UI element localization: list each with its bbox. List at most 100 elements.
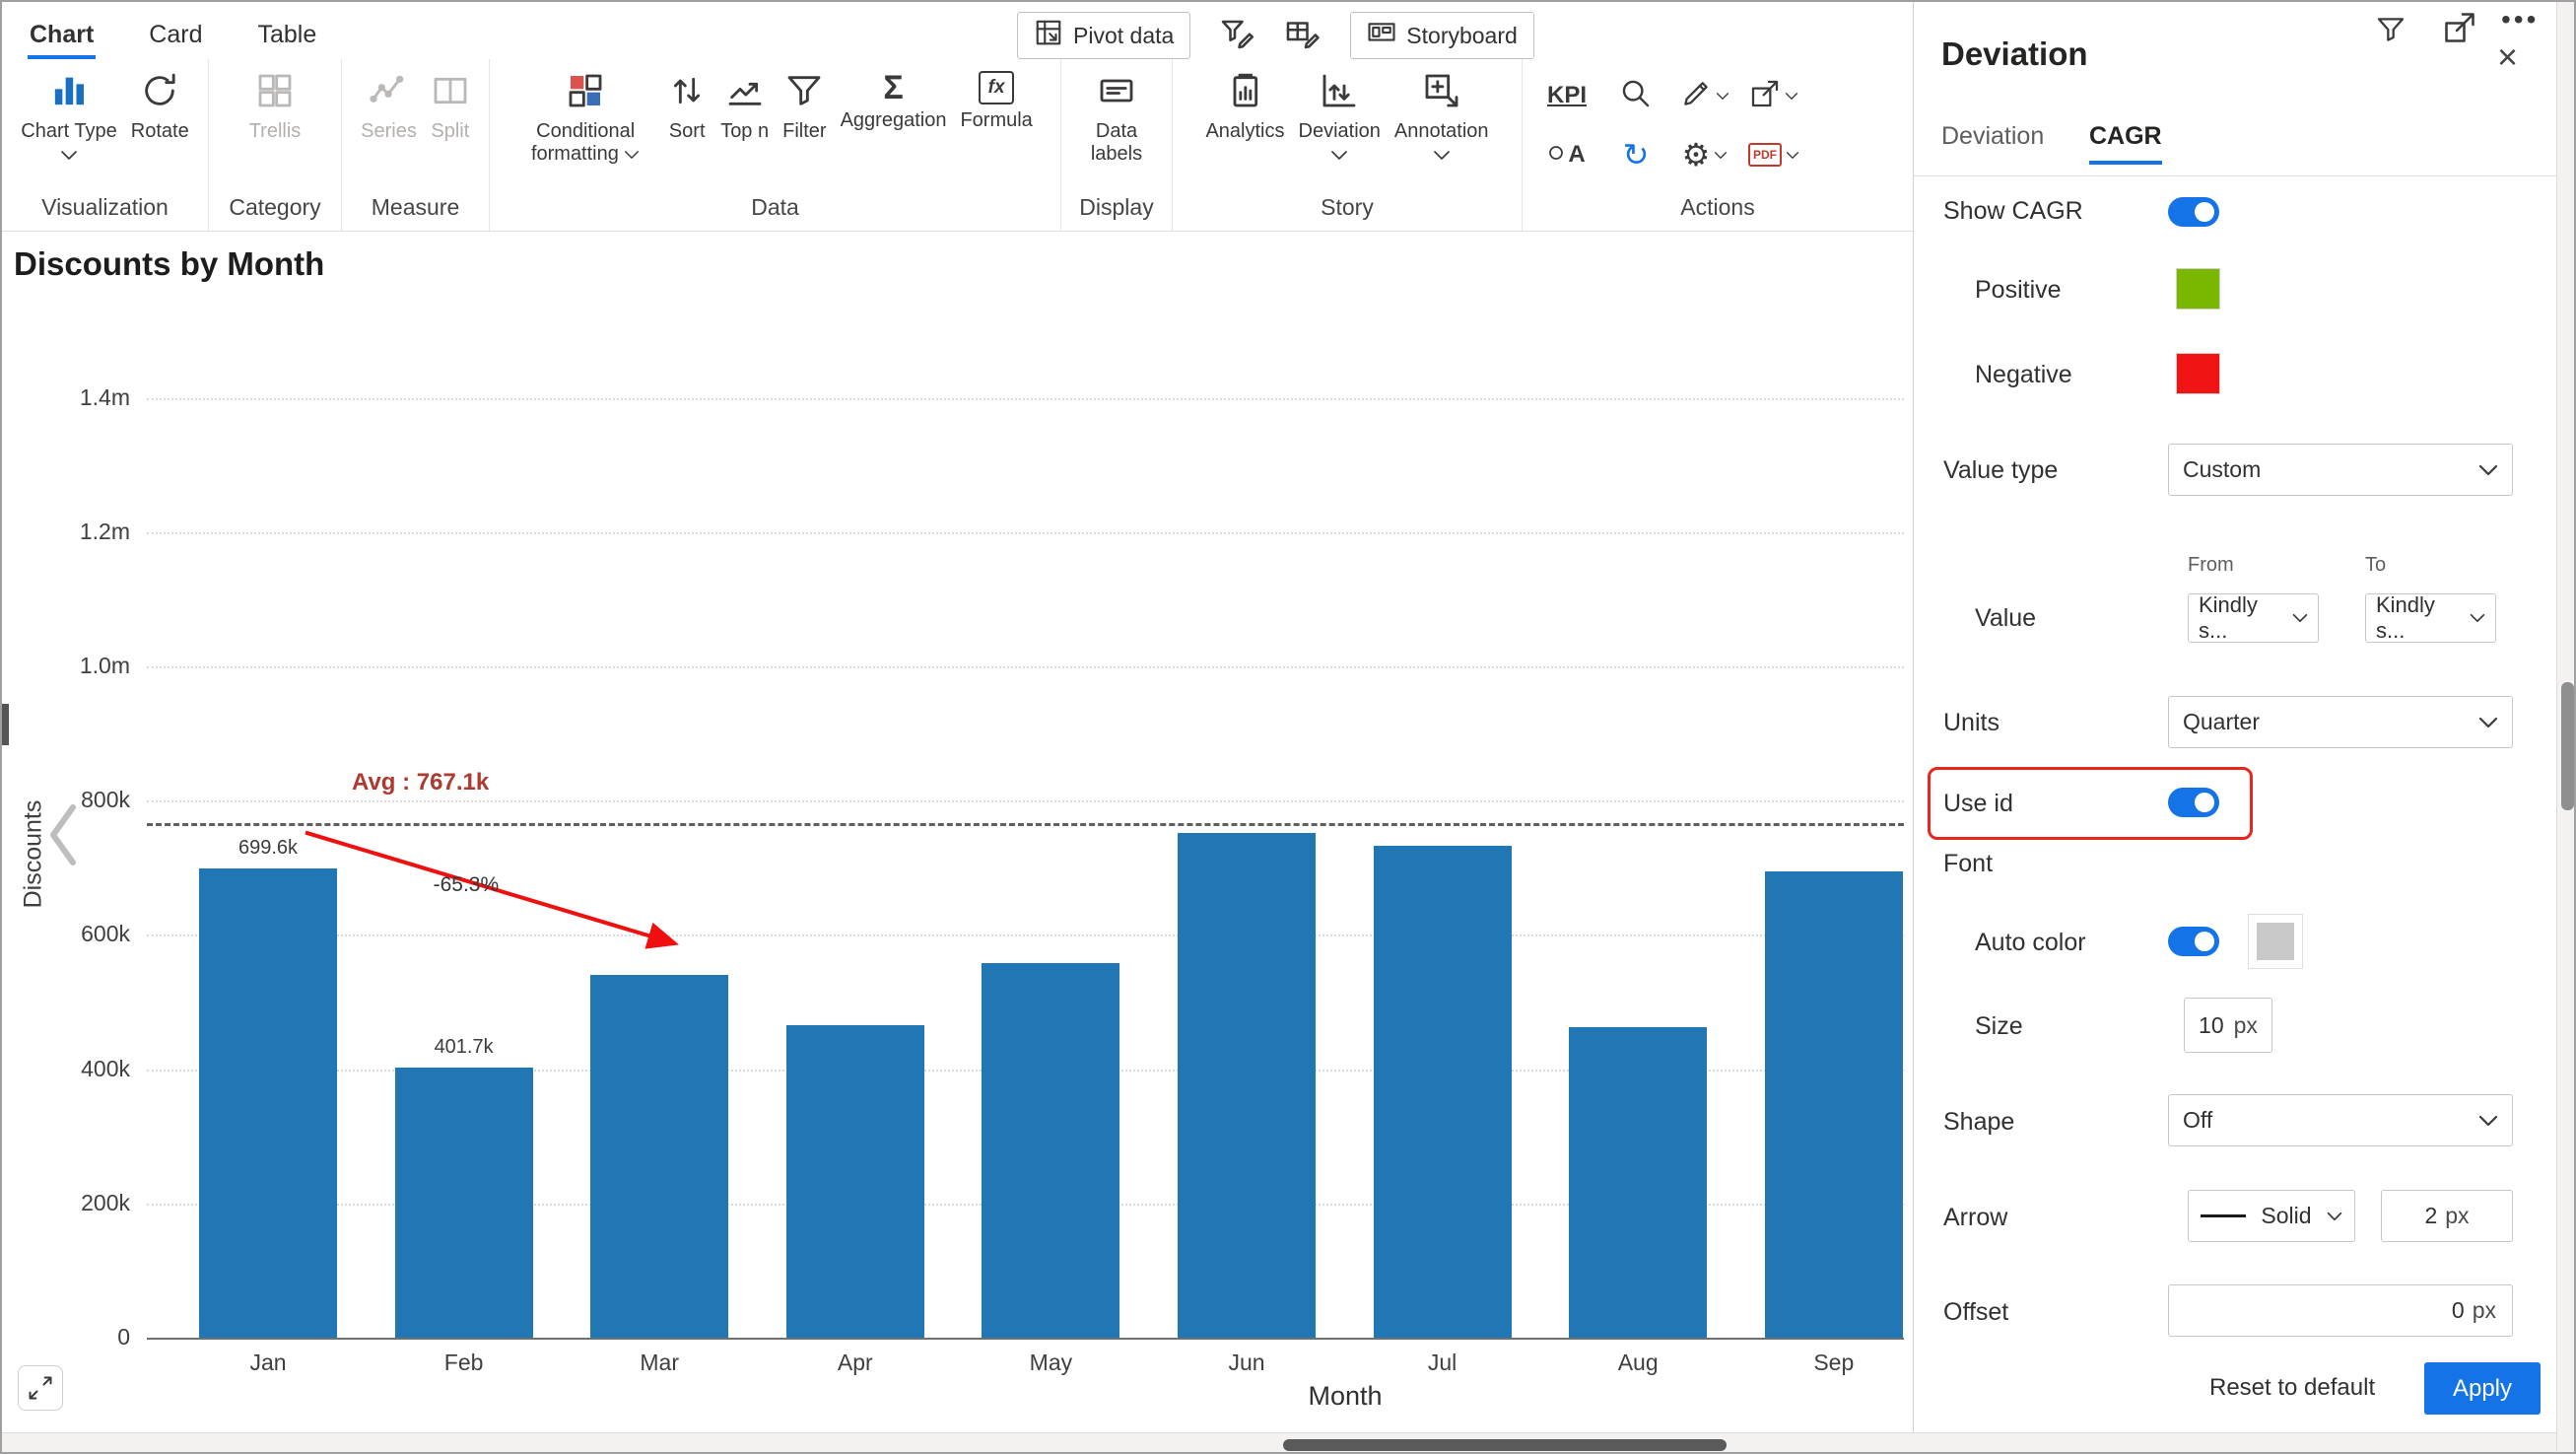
value-from-dropdown[interactable]: Kindly s... (2188, 593, 2319, 643)
bar-mar[interactable] (590, 975, 728, 1338)
aggregation-button[interactable]: Σ Aggregation (835, 63, 953, 132)
label-toggle-button[interactable]: A (1534, 126, 1599, 183)
bar-jan[interactable] (199, 868, 337, 1338)
y-tick-label: 400k (22, 1056, 130, 1082)
chart-type-button[interactable]: Chart Type (15, 63, 122, 166)
prev-page-chevron[interactable] (45, 803, 81, 871)
analytics-button[interactable]: Analytics (1199, 63, 1290, 143)
negative-swatch[interactable] (2176, 353, 2220, 394)
show-cagr-label: Show CAGR (1943, 197, 2083, 226)
value-type-dropdown[interactable]: Custom (2168, 444, 2513, 496)
settings-button[interactable]: ⚙ (1672, 126, 1737, 183)
arrow-style-dropdown[interactable]: Solid (2188, 1190, 2355, 1242)
units-dropdown[interactable]: Quarter (2168, 696, 2513, 748)
rotate-button[interactable]: Rotate (125, 63, 195, 143)
bar-value-label: 699.6k (209, 837, 327, 860)
formula-button[interactable]: fx Formula (954, 63, 1038, 132)
arrow-width-input[interactable]: 2 px (2381, 1190, 2513, 1242)
x-axis-line (147, 1338, 1904, 1340)
format-painter-button[interactable] (1672, 67, 1737, 124)
expand-icon[interactable] (2442, 10, 2477, 50)
negative-label: Negative (1975, 361, 2072, 389)
positive-swatch[interactable] (2176, 268, 2220, 310)
top-n-button[interactable]: Top n (714, 63, 775, 143)
vertical-scrollbar[interactable] (2556, 2, 2576, 1454)
arrow-width-unit: px (2445, 1203, 2469, 1229)
apply-button[interactable]: Apply (2424, 1362, 2541, 1415)
data-labels-label: Data labels (1077, 120, 1156, 166)
auto-color-swatch-fill (2257, 923, 2294, 960)
storyboard-button[interactable]: Storyboard (1350, 12, 1534, 59)
filter-edit-icon[interactable] (1220, 16, 1255, 56)
bar-sep[interactable] (1765, 871, 1903, 1338)
maximize-widget-button[interactable] (18, 1365, 63, 1411)
bar-apr[interactable] (786, 1025, 924, 1338)
bar-aug[interactable] (1569, 1027, 1707, 1338)
group-label-story: Story (1183, 190, 1512, 231)
grid-edit-icon[interactable] (1285, 16, 1321, 56)
search-button[interactable] (1603, 67, 1668, 124)
offset-input[interactable]: 0 px (2168, 1284, 2513, 1337)
pdf-export-button[interactable]: PDF (1741, 126, 1806, 183)
sort-button[interactable]: Sort (661, 63, 712, 143)
auto-color-swatch-button[interactable] (2248, 914, 2303, 969)
deviation-button[interactable]: Deviation (1293, 63, 1387, 166)
filter-icon[interactable] (2375, 14, 2407, 50)
x-axis-title: Month (1261, 1381, 1429, 1412)
value-type-value: Custom (2183, 456, 2261, 483)
annotation-text: -65.3% (434, 873, 500, 897)
auto-color-toggle[interactable] (2168, 927, 2219, 956)
data-labels-button[interactable]: Data labels (1071, 63, 1162, 166)
bar-may[interactable] (982, 963, 1119, 1338)
chevron-down-icon (2478, 717, 2498, 728)
annotation-button[interactable]: Annotation (1389, 63, 1495, 166)
tab-chart[interactable]: Chart (28, 13, 96, 59)
conditional-formatting-icon (566, 71, 605, 115)
use-id-toggle[interactable] (2168, 788, 2219, 817)
tab-deviation[interactable]: Deviation (1941, 122, 2044, 161)
pane-splitter-handle[interactable] (2, 704, 9, 745)
more-options-icon[interactable]: ••• (2501, 4, 2539, 35)
x-tick-label: Sep (1775, 1350, 1893, 1376)
chevron-down-icon (2478, 464, 2498, 476)
show-cagr-toggle[interactable] (2168, 197, 2219, 227)
series-label: Series (361, 120, 417, 143)
size-input[interactable]: 10 px (2184, 998, 2272, 1053)
shape-label: Shape (1943, 1108, 2014, 1137)
pivot-data-button[interactable]: Pivot data (1017, 12, 1190, 59)
bar-feb[interactable] (395, 1068, 533, 1338)
close-icon[interactable]: × (2497, 39, 2518, 75)
y-tick-label: 0 (22, 1324, 130, 1350)
units-label: Units (1943, 709, 2000, 737)
tabs-divider (1914, 175, 2556, 176)
aggregation-label: Aggregation (841, 109, 947, 132)
kpi-button[interactable]: KPI (1534, 67, 1599, 124)
split-button[interactable]: Split (425, 63, 476, 143)
size-unit: px (2234, 1012, 2258, 1039)
refresh-button[interactable]: ↻ (1603, 126, 1668, 183)
trellis-button[interactable]: Trellis (243, 63, 307, 143)
analytics-icon (1225, 71, 1264, 115)
horizontal-scrollbar[interactable] (2, 1432, 2556, 1454)
trellis-icon (255, 71, 295, 115)
vertical-scrollbar-thumb[interactable] (2561, 682, 2574, 810)
x-tick-label: Mar (600, 1350, 718, 1376)
tab-card[interactable]: Card (147, 13, 204, 59)
filter-button[interactable]: Filter (777, 63, 832, 143)
bar-jul[interactable] (1374, 846, 1512, 1338)
tab-table[interactable]: Table (255, 13, 318, 59)
group-story: Analytics Deviation Annotation Story (1173, 59, 1523, 231)
shape-dropdown[interactable]: Off (2168, 1094, 2513, 1146)
x-tick-label: May (991, 1350, 1110, 1376)
group-display: Data labels Display (1061, 59, 1173, 231)
tab-cagr[interactable]: CAGR (2089, 122, 2162, 165)
bar-jun[interactable] (1178, 833, 1316, 1338)
series-button[interactable]: Series (355, 63, 423, 143)
reset-to-default-button[interactable]: Reset to default (2209, 1374, 2375, 1402)
conditional-formatting-button[interactable]: Conditional formatting (511, 63, 659, 166)
horizontal-scrollbar-thumb[interactable] (1283, 1439, 1727, 1451)
value-to-dropdown[interactable]: Kindly s... (2365, 593, 2496, 643)
export-button[interactable] (1741, 67, 1806, 124)
value-type-label: Value type (1943, 456, 2058, 485)
top-n-label: Top n (720, 120, 769, 143)
